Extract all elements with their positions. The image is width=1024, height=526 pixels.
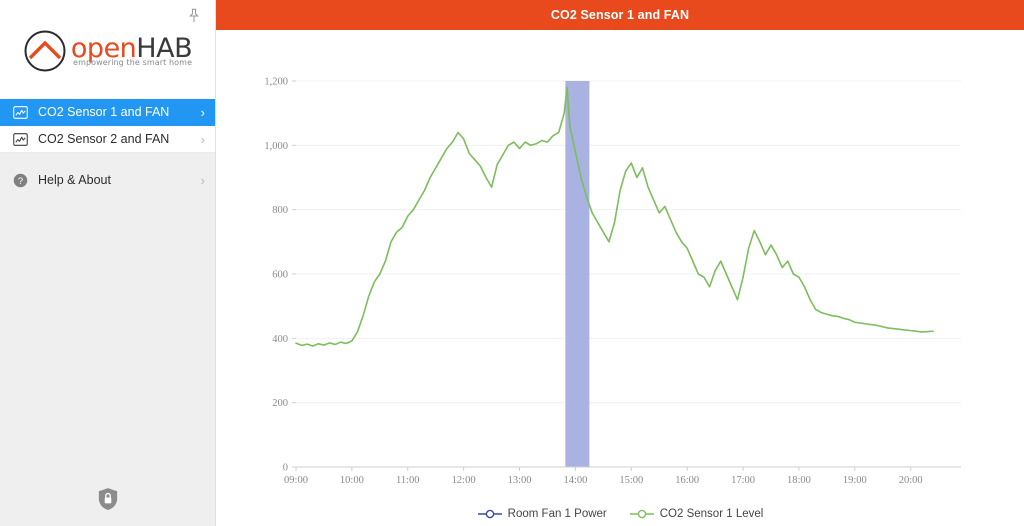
svg-text:1,200: 1,200: [264, 77, 288, 88]
legend-marker-icon: [629, 509, 654, 519]
sidebar-nav-list: CO2 Sensor 1 and FAN › CO2 Sensor 2 and …: [0, 99, 215, 195]
pin-icon[interactable]: [185, 6, 203, 26]
svg-text:15:00: 15:00: [619, 475, 643, 486]
sidebar: openHAB empowering the smart home CO2 Se…: [0, 0, 216, 526]
openhab-logo-mark: [23, 29, 67, 73]
legend-label: CO2 Sensor 1 Level: [659, 508, 764, 520]
chevron-right-icon: ›: [200, 172, 205, 188]
svg-text:?: ?: [17, 175, 22, 185]
svg-text:14:00: 14:00: [563, 475, 587, 486]
chart-shaded-regions: [565, 81, 590, 467]
logo-tagline: empowering the smart home: [73, 57, 193, 67]
svg-text:13:00: 13:00: [508, 475, 532, 486]
openhab-app-window: openHAB empowering the smart home CO2 Se…: [0, 0, 1024, 526]
shield-lock-icon[interactable]: [97, 487, 119, 516]
sidebar-item-label: CO2 Sensor 2 and FAN: [38, 132, 170, 146]
svg-text:12:00: 12:00: [452, 475, 476, 486]
svg-text:19:00: 19:00: [843, 475, 867, 486]
svg-text:16:00: 16:00: [675, 475, 699, 486]
sidebar-item-co2-sensor-2-and-fan[interactable]: CO2 Sensor 2 and FAN ›: [0, 126, 215, 153]
svg-text:200: 200: [272, 398, 288, 409]
sidebar-footer: [0, 487, 215, 516]
sidebar-item-label: Help & About: [38, 173, 111, 187]
svg-text:0: 0: [283, 463, 288, 474]
sidebar-divider: [0, 153, 215, 165]
svg-text:600: 600: [272, 270, 288, 281]
sidebar-item-help-and-about[interactable]: ? Help & About ›: [0, 165, 215, 195]
question-circle-icon: ?: [12, 172, 28, 188]
svg-text:11:00: 11:00: [396, 475, 420, 486]
chart-container[interactable]: 0 200 400 600 800 1,000 1,200 09:00 10:00 11:00 1…: [216, 30, 1024, 526]
timeseries-chart[interactable]: 0 200 400 600 800 1,000 1,200 09:00 10:00 11:00 1…: [216, 30, 1024, 526]
chevron-right-icon: ›: [200, 131, 205, 147]
openhab-logo: openHAB empowering the smart home: [23, 29, 193, 73]
svg-text:20:00: 20:00: [899, 475, 923, 486]
svg-text:10:00: 10:00: [340, 475, 364, 486]
sidebar-item-label: CO2 Sensor 1 and FAN: [38, 105, 170, 119]
main-panel: CO2 Sensor 1 and FAN ‹ 12h › 02004006008…: [216, 0, 1024, 526]
chevron-right-icon: ›: [200, 104, 205, 120]
chart-line-icon: [12, 131, 28, 147]
svg-text:800: 800: [272, 205, 288, 216]
chart-line-icon: [12, 104, 28, 120]
svg-text:18:00: 18:00: [787, 475, 811, 486]
svg-text:400: 400: [272, 334, 288, 345]
chart-gridlines: [296, 80, 961, 404]
chart-series: [295, 86, 934, 347]
sidebar-item-co2-sensor-1-and-fan[interactable]: CO2 Sensor 1 and FAN ›: [0, 99, 215, 126]
chart-axes: [292, 80, 961, 471]
legend-item-co2-sensor-1-level[interactable]: CO2 Sensor 1 Level: [629, 508, 764, 520]
page-title: CO2 Sensor 1 and FAN: [550, 8, 690, 22]
chart-legend: Room Fan 1 Power CO2 Sensor 1 Level: [216, 508, 1024, 520]
chart-x-tick-labels: 09:00 10:00 11:00 12:00 13:00 14:00 15:00 16:00…: [284, 475, 923, 486]
svg-text:17:00: 17:00: [731, 475, 755, 486]
legend-item-room-fan-1-power[interactable]: Room Fan 1 Power: [477, 508, 607, 520]
legend-marker-icon: [477, 509, 502, 519]
chart-y-tick-labels: 0 200 400 600 800 1,000 1,200: [264, 77, 288, 474]
sidebar-logo-area: openHAB empowering the smart home: [0, 0, 215, 99]
legend-label: Room Fan 1 Power: [507, 508, 607, 520]
page-title-bar: CO2 Sensor 1 and FAN: [216, 0, 1024, 30]
svg-text:09:00: 09:00: [284, 475, 308, 486]
svg-text:1,000: 1,000: [264, 141, 288, 152]
